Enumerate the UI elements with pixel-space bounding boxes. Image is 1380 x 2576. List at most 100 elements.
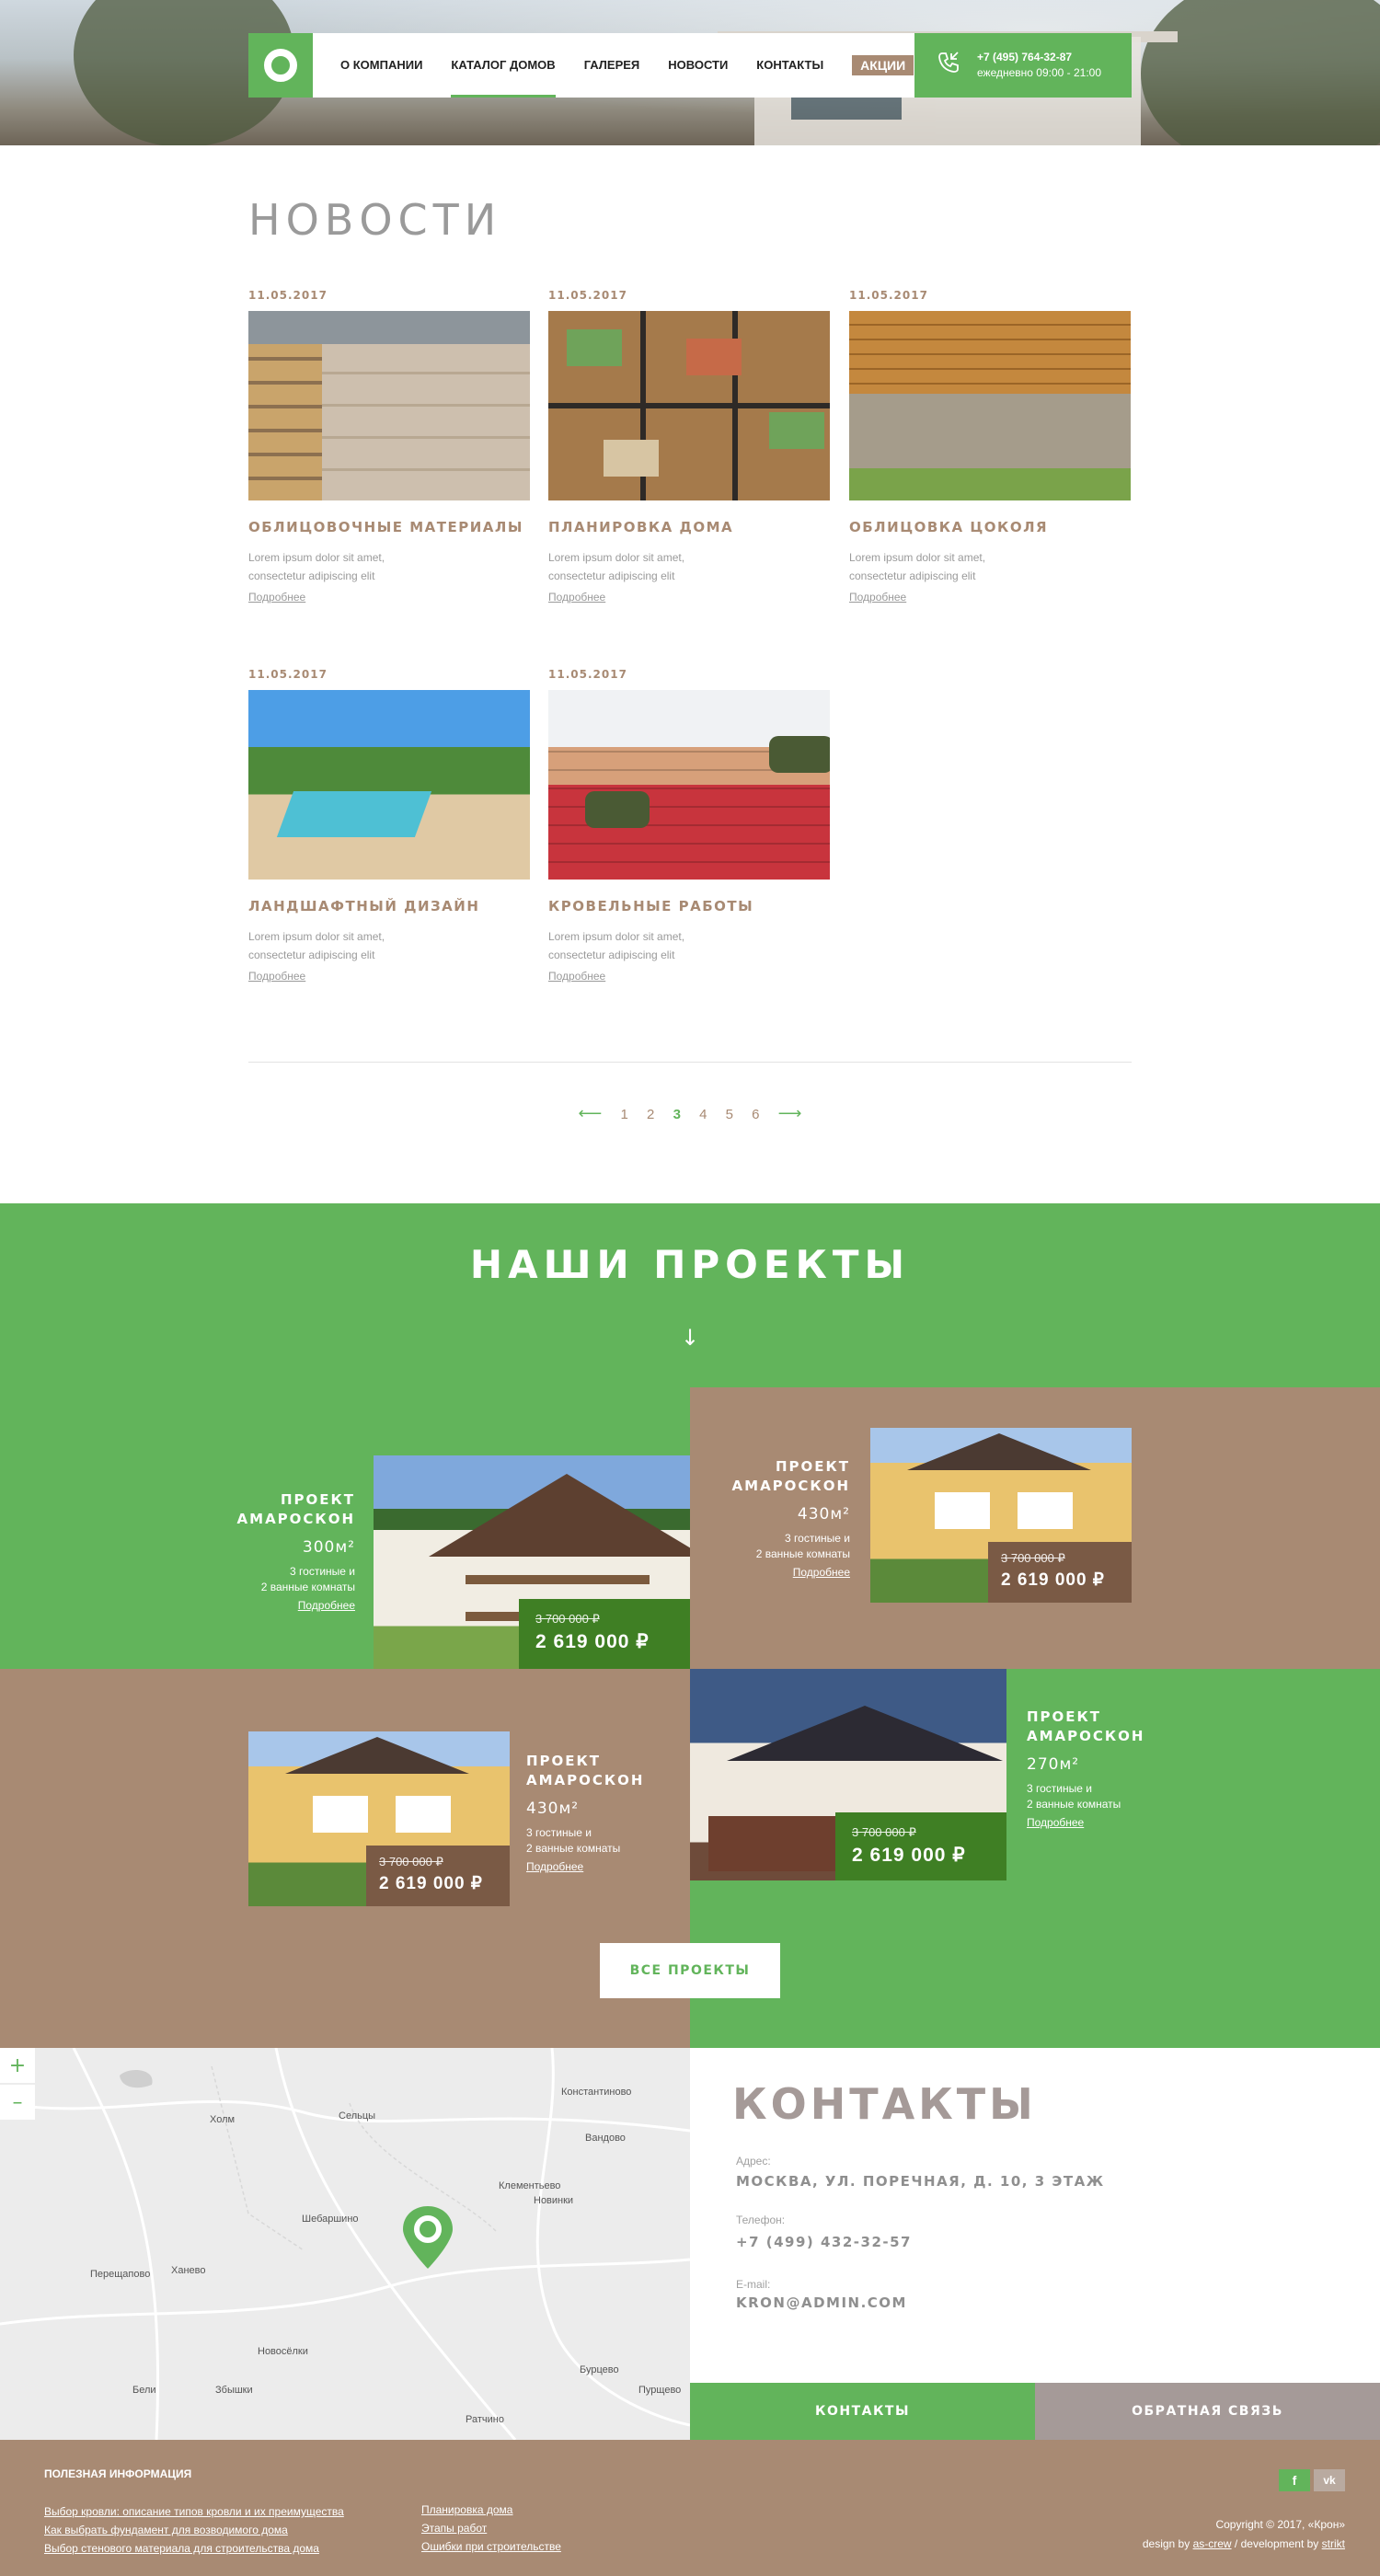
phone-box[interactable]: +7 (495) 764-32-87 ежедневно 09:00 - 21:… (914, 33, 1132, 98)
footer-link[interactable]: Выбор стенового материала для строительс… (44, 2539, 344, 2558)
feedback-button[interactable]: ОБРАТНАЯ СВЯЗЬ (1035, 2383, 1380, 2440)
project-old-price: 3 700 000 ₽ (379, 1855, 443, 1869)
project-area: 270м² (1027, 1755, 1080, 1774)
project-more-link[interactable]: Подробнее (1027, 1816, 1084, 1829)
top-navbar: О КОМПАНИИ КАТАЛОГ ДОМОВ ГАЛЕРЕЯ НОВОСТИ… (248, 33, 1132, 98)
project-new-price: 2 619 000 ₽ (535, 1631, 650, 1652)
project-more-link[interactable]: Подробнее (298, 1599, 355, 1612)
contact-email-label: E-mail: (736, 2278, 771, 2291)
footer-link[interactable]: Планировка дома (421, 2501, 561, 2519)
facebook-icon[interactable]: f (1279, 2469, 1310, 2491)
pagination-page[interactable]: 5 (726, 1107, 733, 1122)
project-desc: 3 гостиные и 2 ванные комнаты (526, 1825, 673, 1857)
news-excerpt-line: Lorem ipsum dolor sit amet, (548, 930, 685, 943)
menu-item-contacts[interactable]: КОНТАКТЫ (756, 33, 823, 98)
down-arrow-icon[interactable]: ↓ (681, 1325, 699, 1351)
vk-icon[interactable]: vk (1314, 2469, 1345, 2491)
menu-item-about[interactable]: О КОМПАНИИ (340, 33, 422, 98)
project-name-line: АМАРОСКОН (236, 1511, 355, 1527)
pagination-page[interactable]: 1 (621, 1107, 628, 1122)
pagination-prev-arrow-icon[interactable]: ⟵ (579, 1104, 603, 1123)
contact-phone[interactable]: +7 (499) 432-32-57 (736, 2234, 912, 2250)
credits-design-prefix: design by (1142, 2537, 1190, 2550)
news-divider (248, 1062, 1132, 1063)
news-image[interactable] (248, 690, 530, 880)
pagination-page[interactable]: 6 (752, 1107, 759, 1122)
footer-link[interactable]: Как выбрать фундамент для возводимого до… (44, 2521, 344, 2539)
project-desc-line: 3 гостиные и (290, 1565, 355, 1578)
project-price: 3 700 000 ₽ 2 619 000 ₽ (366, 1846, 510, 1906)
news-date: 11.05.2017 (849, 289, 928, 302)
project-name: ПРОЕКТ АМАРОСКОН (184, 1490, 355, 1529)
credits-design-link[interactable]: as-crew (1193, 2537, 1232, 2550)
project-more-link[interactable]: Подробнее (526, 1860, 583, 1873)
project-area: 430м² (526, 1800, 580, 1818)
project-name: ПРОЕКТ АМАРОСКОН (526, 1752, 673, 1790)
news-more-link[interactable]: Подробнее (248, 970, 305, 983)
news-date: 11.05.2017 (248, 289, 328, 302)
map[interactable]: Константиново Холм Сельцы Вандово Клемен… (0, 2048, 690, 2440)
contact-address-label: Адрес: (736, 2155, 771, 2168)
footer-link[interactable]: Этапы работ (421, 2519, 561, 2537)
map-place-label: Сельцы (339, 2110, 376, 2122)
project-desc-line: 2 ванные комнаты (1027, 1798, 1121, 1811)
project-more-link[interactable]: Подробнее (793, 1566, 850, 1579)
map-place-label: Новосёлки (258, 2346, 308, 2357)
pagination: ⟵ 1 2 3 4 5 6 ⟶ (0, 1104, 1380, 1123)
footer-link[interactable]: Ошибки при строительстве (421, 2537, 561, 2556)
project-desc-line: 3 гостиные и (1027, 1782, 1092, 1795)
news-title-link[interactable]: КРОВЕЛЬНЫЕ РАБОТЫ (548, 898, 830, 914)
project-old-price: 3 700 000 ₽ (535, 1612, 600, 1626)
map-place-label: Константиново (561, 2087, 632, 2098)
news-date: 11.05.2017 (548, 668, 627, 681)
project-desc: 3 гостиные и 2 ванные комнаты (184, 1564, 355, 1595)
map-place-label: Перещапово (90, 2269, 151, 2280)
news-title-link[interactable]: ПЛАНИРОВКА ДОМА (548, 519, 830, 535)
news-title-link[interactable]: ОБЛИЦОВКА ЦОКОЛЯ (849, 519, 1131, 535)
news-excerpt-line: Lorem ipsum dolor sit amet, (548, 551, 685, 564)
footer-title: ПОЛЕЗНАЯ ИНФОРМАЦИЯ (44, 2467, 192, 2480)
news-title-link[interactable]: ЛАНДШАФТНЫЙ ДИЗАЙН (248, 898, 530, 914)
credits-dev-link[interactable]: strikt (1322, 2537, 1345, 2550)
news-excerpt-line: consectetur adipiscing elit (248, 569, 375, 582)
news-image[interactable] (548, 690, 830, 880)
contacts-title: КОНТАКТЫ (732, 2079, 1037, 2129)
pagination-page[interactable]: 2 (647, 1107, 654, 1122)
contact-email[interactable]: KRON@ADMIN.COM (736, 2294, 907, 2311)
news-date: 11.05.2017 (548, 289, 627, 302)
news-more-link[interactable]: Подробнее (849, 591, 906, 604)
project-price: 3 700 000 ₽ 2 619 000 ₽ (988, 1542, 1132, 1603)
news-image[interactable] (849, 311, 1131, 500)
pagination-next-arrow-icon[interactable]: ⟶ (778, 1104, 802, 1123)
project-desc-line: 2 ванные комнаты (260, 1581, 355, 1593)
zoom-out-button[interactable]: – (0, 2085, 35, 2120)
menu-item-promo[interactable]: АКЦИИ (852, 55, 914, 75)
pagination-page-current[interactable]: 3 (673, 1107, 681, 1122)
news-image[interactable] (248, 311, 530, 500)
all-projects-button[interactable]: ВСЕ ПРОЕКТЫ (600, 1943, 780, 1998)
pagination-page[interactable]: 4 (699, 1107, 707, 1122)
menu-item-news[interactable]: НОВОСТИ (668, 33, 728, 98)
projects-title: НАШИ ПРОЕКТЫ (469, 1242, 911, 1287)
news-title-link[interactable]: ОБЛИЦОВОЧНЫЕ МАТЕРИАЛЫ (248, 519, 530, 535)
news-more-link[interactable]: Подробнее (248, 591, 305, 604)
header-hours: ежедневно 09:00 - 21:00 (977, 66, 1102, 79)
footer-link[interactable]: Выбор кровли: описание типов кровли и их… (44, 2502, 344, 2521)
map-place-label: Новинки (534, 2195, 574, 2206)
menu-item-catalog[interactable]: КАТАЛОГ ДОМОВ (451, 33, 556, 98)
project-price: 3 700 000 ₽ 2 619 000 ₽ (835, 1812, 1006, 1880)
credits: design by as-crew / development by strik… (1143, 2535, 1345, 2554)
project-name-line: ПРОЕКТ (526, 1753, 602, 1769)
project-new-price: 2 619 000 ₽ (379, 1874, 483, 1893)
news-more-link[interactable]: Подробнее (548, 591, 605, 604)
project-desc-line: 3 гостиные и (785, 1532, 850, 1545)
logo[interactable] (248, 33, 313, 98)
news-more-link[interactable]: Подробнее (548, 970, 605, 983)
zoom-in-button[interactable]: + (0, 2048, 35, 2083)
projects-header-bg (0, 1203, 1380, 1387)
project-desc-line: 2 ванные комнаты (755, 1547, 850, 1560)
footer: ПОЛЕЗНАЯ ИНФОРМАЦИЯ Выбор кровли: описан… (0, 2440, 1380, 2576)
contacts-button[interactable]: КОНТАКТЫ (690, 2383, 1035, 2440)
news-image[interactable] (548, 311, 830, 500)
menu-item-gallery[interactable]: ГАЛЕРЕЯ (584, 33, 640, 98)
